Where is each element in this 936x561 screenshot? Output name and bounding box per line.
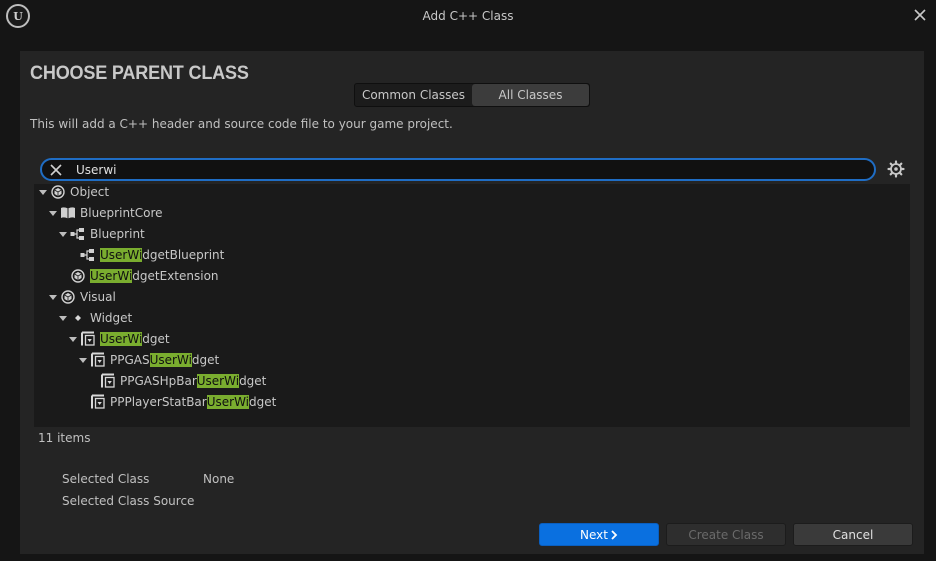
title-bar: U Add C++ Class	[0, 0, 936, 34]
tab-all-classes[interactable]: All Classes	[472, 84, 589, 106]
gear-icon[interactable]	[886, 159, 906, 179]
tree-item-text: dget	[249, 395, 277, 409]
tree-item-text: PPPlayerStatBar	[110, 395, 207, 409]
tree-item-text: dget	[142, 332, 170, 346]
search-match-highlight: UserWi	[149, 353, 192, 367]
tree-item-label: PPGASUserWidget	[110, 353, 219, 367]
tree-item-label: PPGASHpBarUserWidget	[120, 374, 266, 388]
tree-item-text: PPGASHpBar	[120, 374, 197, 388]
expand-arrow-icon[interactable]	[68, 334, 78, 344]
item-count: 11 items	[38, 431, 91, 445]
next-label: Next	[580, 527, 608, 542]
tree-item-text: dget	[239, 374, 267, 388]
page-title: CHOOSE PARENT CLASS	[30, 63, 249, 84]
tree-item-text: Visual	[80, 290, 116, 304]
search-match-highlight: UserWi	[206, 395, 250, 409]
tree-row[interactable]: Object	[38, 182, 109, 202]
search-match-highlight: UserWi	[100, 332, 143, 346]
tree-row[interactable]: PPGASUserWidget	[78, 350, 219, 370]
cancel-button[interactable]: Cancel	[793, 523, 913, 546]
object-icon	[70, 268, 86, 284]
object-icon	[60, 289, 76, 305]
clear-search-icon[interactable]	[44, 160, 68, 180]
description-text: This will add a C++ header and source co…	[30, 117, 453, 131]
window-title: Add C++ Class	[422, 9, 514, 23]
expand-arrow-icon[interactable]	[58, 229, 68, 239]
expand-arrow-icon[interactable]	[38, 187, 48, 197]
expand-arrow-icon[interactable]	[48, 292, 58, 302]
selected-class-source-label: Selected Class Source	[62, 494, 195, 508]
tree-row[interactable]: BlueprintCore	[48, 203, 163, 223]
tree-item-label: Visual	[80, 290, 116, 304]
user-widget-icon	[80, 331, 96, 347]
tree-item-text: dgetExtension	[132, 269, 219, 283]
tree-row[interactable]: UserWidgetBlueprint	[68, 245, 224, 265]
tree-item-label: UserWidgetExtension	[90, 269, 219, 283]
tree-item-label: BlueprintCore	[80, 206, 163, 220]
search-match-highlight: UserWi	[90, 269, 133, 283]
tree-item-label: PPPlayerStatBarUserWidget	[110, 395, 276, 409]
blueprint-icon	[80, 247, 96, 263]
tree-item-label: UserWidgetBlueprint	[100, 248, 224, 262]
tree-item-text: Object	[70, 185, 110, 199]
search-match-highlight: UserWi	[100, 248, 143, 262]
tree-item-text: Widget	[90, 311, 133, 325]
selected-class-value: None	[203, 472, 235, 486]
class-tree: Object BlueprintCore Blueprint UserWidgetBl…	[34, 184, 910, 427]
tree-row[interactable]: Visual	[48, 287, 116, 307]
expand-arrow-icon[interactable]	[78, 355, 88, 365]
search-input[interactable]	[68, 162, 874, 177]
user-widget-icon	[90, 394, 106, 410]
tree-row[interactable]: UserWidget	[68, 329, 170, 349]
tree-item-label: UserWidget	[100, 332, 170, 346]
next-button[interactable]: Next	[539, 523, 659, 546]
tree-row[interactable]: UserWidgetExtension	[58, 266, 219, 286]
close-icon[interactable]	[912, 7, 928, 23]
tree-item-label: Blueprint	[90, 227, 145, 241]
tree-item-label: Object	[70, 185, 109, 199]
tree-item-label: Widget	[90, 311, 132, 325]
tree-item-text: BlueprintCore	[80, 206, 163, 220]
book-icon	[60, 205, 76, 221]
tab-common-classes[interactable]: Common Classes	[355, 84, 472, 106]
dialog-panel: CHOOSE PARENT CLASS Common Classes All C…	[20, 51, 924, 554]
chevron-right-icon	[610, 529, 618, 540]
expand-arrow-icon[interactable]	[48, 208, 58, 218]
search-match-highlight: UserWi	[196, 374, 240, 388]
expand-arrow-icon[interactable]	[58, 313, 68, 323]
tree-row[interactable]: PPPlayerStatBarUserWidget	[78, 392, 276, 412]
tree-item-text: dget	[191, 353, 220, 367]
tree-item-text: dgetBlueprint	[142, 248, 225, 262]
blueprint-icon	[70, 226, 86, 242]
diamond-icon	[70, 310, 86, 326]
tree-item-text: Blueprint	[90, 227, 145, 241]
user-widget-icon	[100, 373, 116, 389]
object-icon	[50, 184, 66, 200]
tree-row[interactable]: PPGASHpBarUserWidget	[88, 371, 266, 391]
user-widget-icon	[90, 352, 106, 368]
tree-item-text: PPGAS	[110, 353, 150, 367]
selected-class-label: Selected Class	[62, 472, 150, 486]
tree-row[interactable]: Blueprint	[58, 224, 145, 244]
tree-row[interactable]: Widget	[58, 308, 132, 328]
search-box	[40, 158, 876, 181]
create-class-button[interactable]: Create Class	[666, 523, 786, 546]
class-filter-tabs: Common Classes All Classes	[354, 83, 590, 107]
